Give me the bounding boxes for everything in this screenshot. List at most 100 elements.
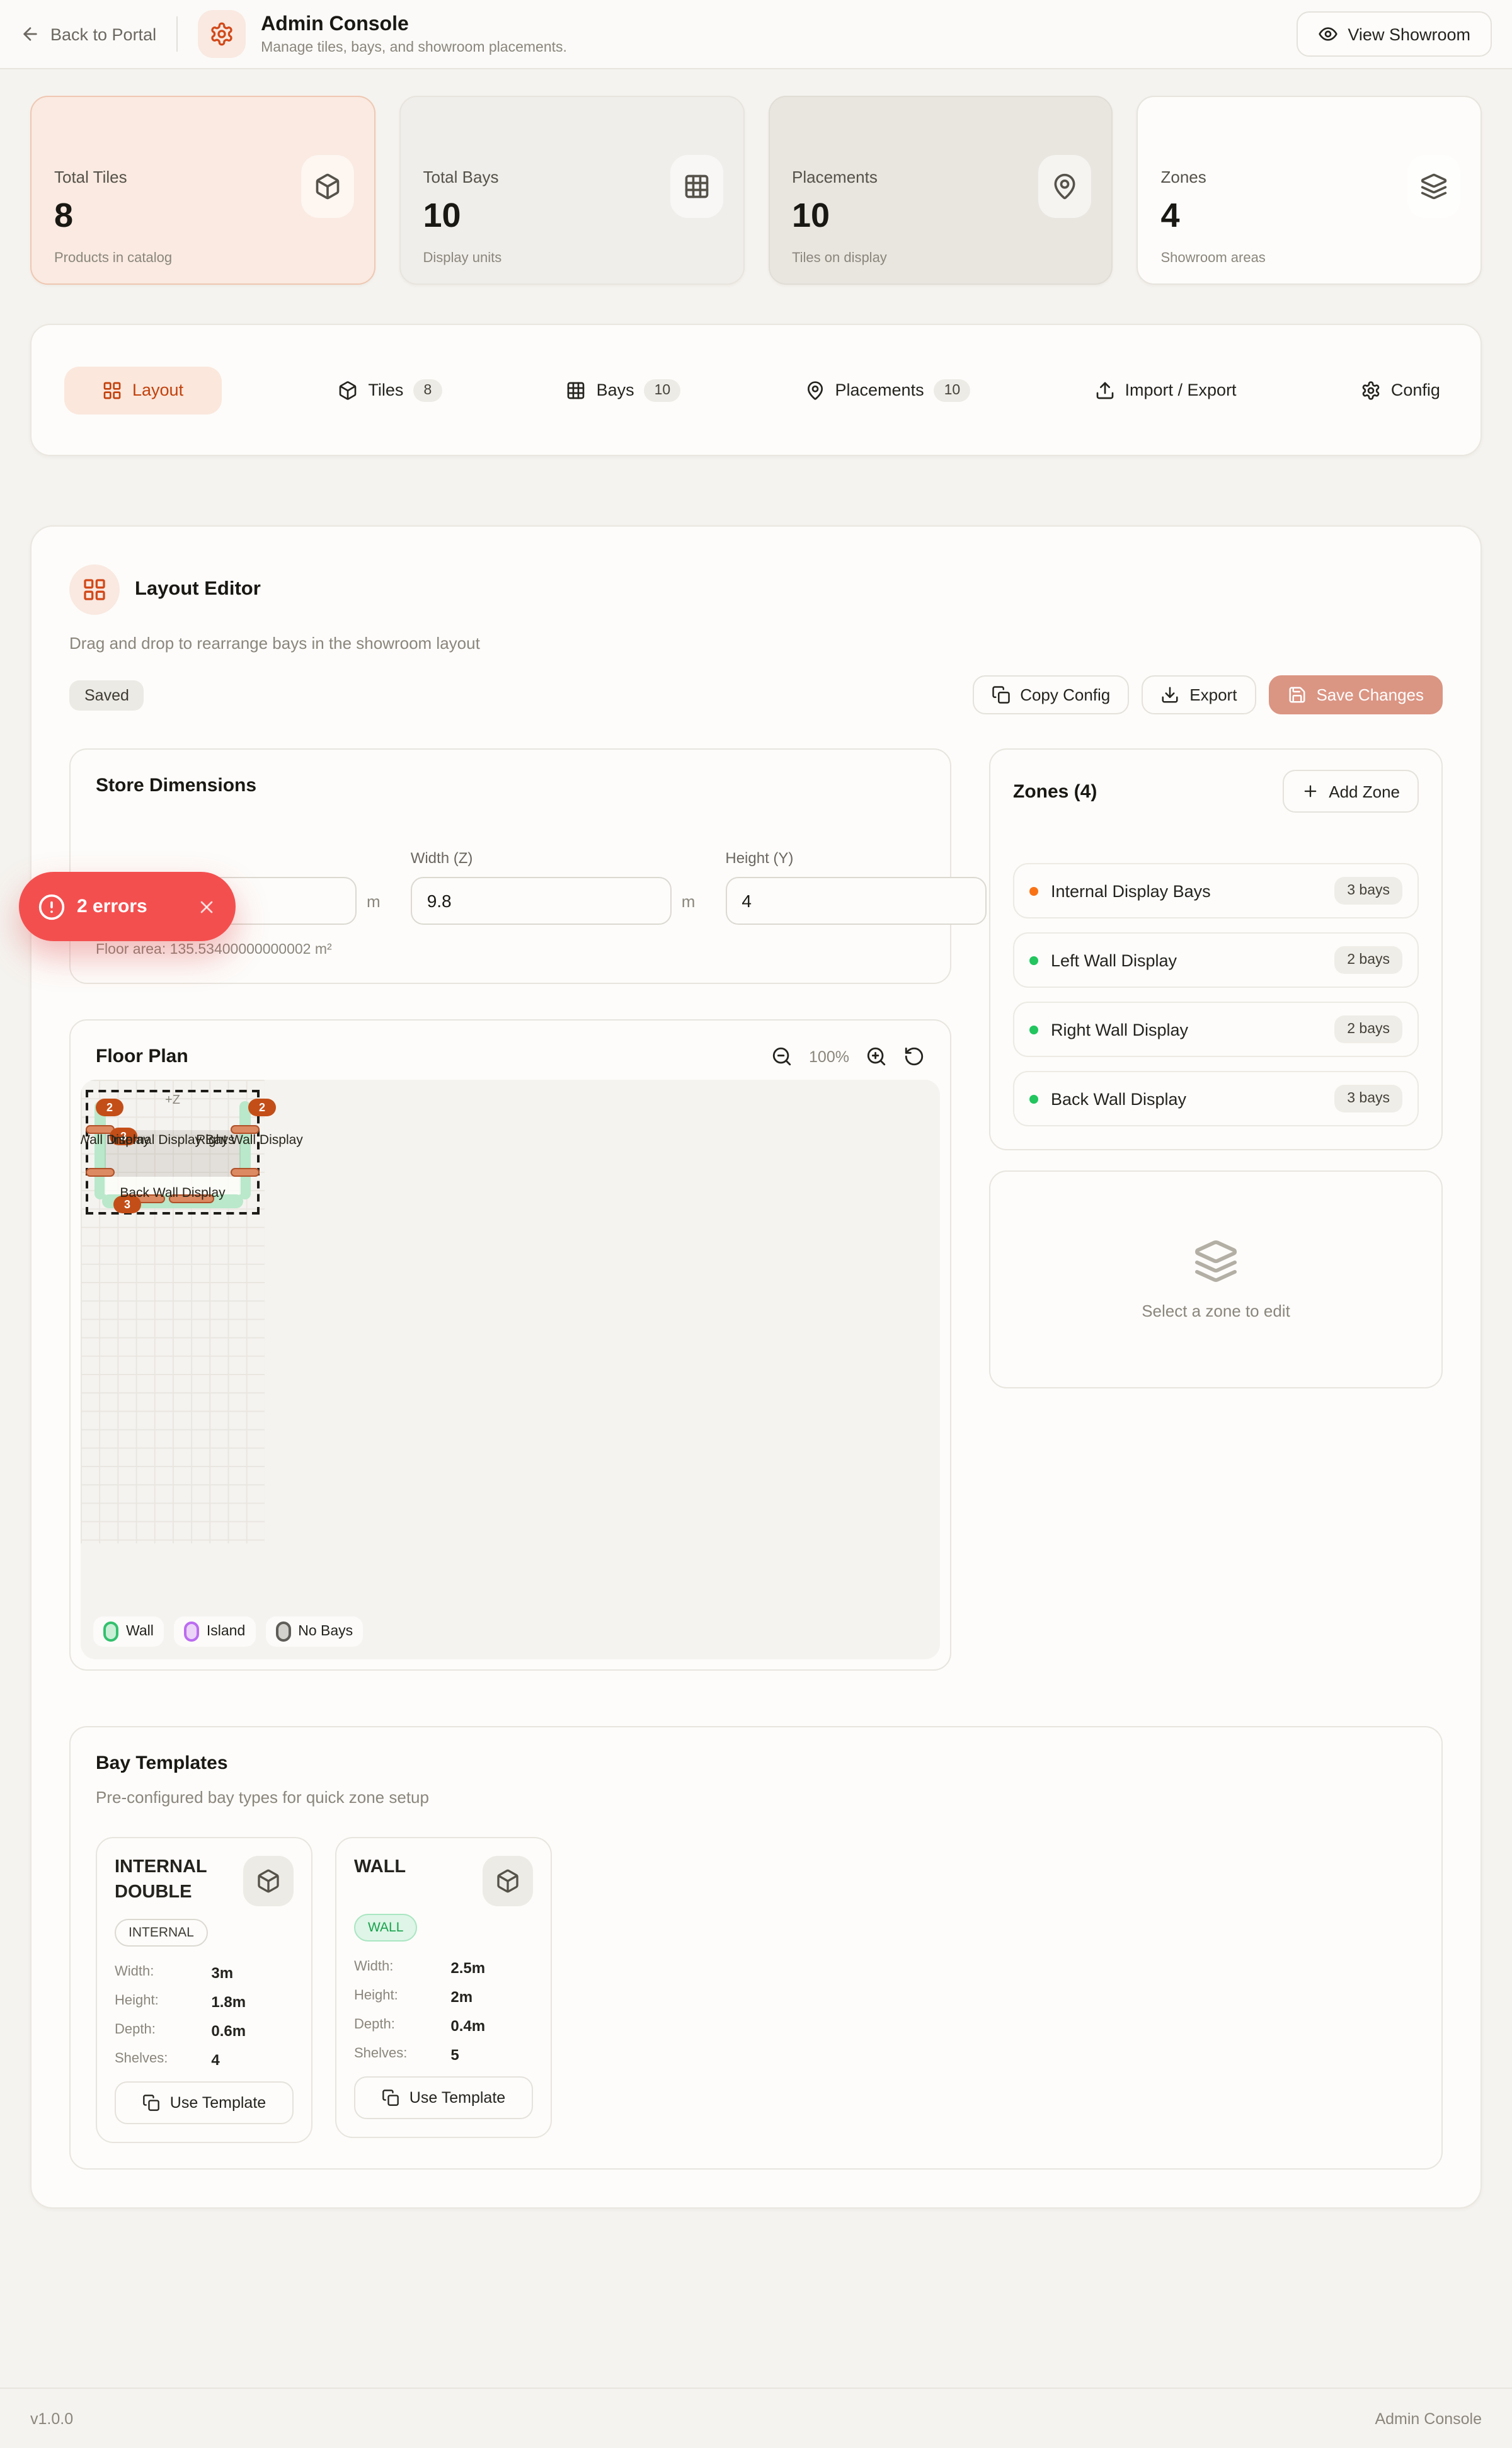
dimension-width-z-input[interactable]	[411, 877, 672, 925]
spec-value: 2.5m	[450, 1959, 485, 1977]
axis-label: +Z	[165, 1094, 180, 1107]
bay-templates-panel: Bay Templates Pre-configured bay types f…	[69, 1726, 1443, 2170]
use-template-button[interactable]: Use Template	[115, 2081, 294, 2124]
copy-config-button[interactable]: Copy Config	[972, 675, 1129, 714]
tab-bays[interactable]: Bays 10	[559, 366, 689, 414]
zone-bay-count: 3 bays	[1334, 1085, 1402, 1112]
floor-plan-panel: Floor Plan 100% +Z	[69, 1019, 951, 1671]
legend-item-wall: Wall	[93, 1616, 164, 1647]
layout-editor-title: Layout Editor	[135, 578, 261, 601]
bay-templates-title: Bay Templates	[96, 1753, 1416, 1774]
layout-grid-icon	[102, 380, 122, 400]
store-outline[interactable]: +Z 2	[86, 1090, 260, 1215]
zone-row-internal-display-bays[interactable]: Internal Display Bays 3 bays	[1013, 863, 1419, 918]
editor-actions-row: Saved Copy Config Export Save Changes	[69, 675, 1443, 714]
template-type-badge: INTERNAL	[115, 1919, 208, 1947]
spec-label: Depth:	[115, 2022, 211, 2040]
reset-view-button[interactable]	[903, 1046, 925, 1067]
status-badge: Saved	[69, 680, 144, 710]
spec-label: Height:	[354, 1988, 450, 2006]
template-card-internal-double: INTERNAL DOUBLE INTERNAL Width:3m Height…	[96, 1837, 312, 2143]
gear-icon	[209, 21, 234, 47]
close-icon	[197, 896, 217, 917]
unit-suffix: m	[682, 891, 696, 910]
tab-count-badge: 10	[934, 379, 971, 401]
tab-layout[interactable]: Layout	[64, 366, 221, 414]
header-titles: Admin Console Manage tiles, bays, and sh…	[261, 13, 567, 55]
stat-caption: Tiles on display	[792, 251, 1089, 266]
placeholder-text: Select a zone to edit	[1142, 1301, 1290, 1320]
tab-count-badge: 8	[413, 379, 442, 401]
zone-row-back-wall-display[interactable]: Back Wall Display 3 bays	[1013, 1071, 1419, 1126]
template-type-badge: WALL	[354, 1914, 417, 1942]
error-toast[interactable]: 2 errors	[19, 872, 236, 941]
back-to-portal-link[interactable]: Back to Portal	[20, 24, 156, 44]
alert-circle-icon	[38, 893, 66, 920]
save-icon	[1287, 685, 1306, 704]
legend-label: Island	[207, 1624, 245, 1639]
arrow-left-icon	[20, 24, 40, 44]
spec-label: Height:	[115, 1993, 211, 2011]
layers-icon	[1407, 155, 1460, 218]
island-swatch	[184, 1622, 199, 1642]
zone-name: Internal Display Bays	[1051, 881, 1322, 900]
page-subtitle: Manage tiles, bays, and showroom placeme…	[261, 40, 567, 55]
export-label: Export	[1189, 685, 1237, 704]
bay-marker[interactable]	[86, 1168, 115, 1177]
spec-label: Depth:	[354, 2017, 450, 2035]
tab-tiles[interactable]: Tiles 8	[330, 366, 449, 414]
app-header: Back to Portal Admin Console Manage tile…	[0, 0, 1512, 69]
grid-icon	[566, 380, 587, 400]
plus-icon	[1301, 782, 1319, 800]
save-changes-button[interactable]: Save Changes	[1268, 675, 1443, 714]
spec-label: Width:	[354, 1959, 450, 1977]
layout-editor-subtitle: Drag and drop to rearrange bays in the s…	[69, 634, 1443, 653]
zone-bay-count: 2 bays	[1334, 946, 1402, 974]
zone-row-right-wall-display[interactable]: Right Wall Display 2 bays	[1013, 1002, 1419, 1057]
close-toast-button[interactable]	[197, 896, 217, 917]
bay-marker[interactable]	[231, 1168, 260, 1177]
export-button[interactable]: Export	[1142, 675, 1256, 714]
admin-console-page: Back to Portal Admin Console Manage tile…	[0, 0, 1512, 2448]
eye-icon	[1317, 24, 1337, 44]
tab-import-export[interactable]: Import / Export	[1087, 366, 1244, 414]
tab-label: Placements	[835, 380, 924, 399]
view-showroom-button[interactable]: View Showroom	[1296, 11, 1492, 57]
tab-label: Import / Export	[1125, 380, 1237, 399]
upload-icon	[1095, 380, 1115, 400]
download-icon	[1160, 685, 1179, 704]
zoom-in-button[interactable]	[866, 1046, 887, 1067]
spec-value: 0.6m	[211, 2022, 246, 2040]
floor-plan-canvas[interactable]: +Z 2	[81, 1080, 940, 1659]
stats-row: Total Tiles 8 Products in catalog Total …	[0, 96, 1512, 285]
zone-right-wall[interactable]	[239, 1101, 251, 1199]
spec-value: 1.8m	[211, 1993, 246, 2011]
unit-suffix: m	[367, 891, 381, 910]
copy-config-label: Copy Config	[1020, 685, 1110, 704]
spec-value: 4	[211, 2051, 219, 2069]
tab-placements[interactable]: Placements 10	[798, 366, 978, 414]
use-template-button[interactable]: Use Template	[354, 2076, 533, 2119]
zone-row-left-wall-display[interactable]: Left Wall Display 2 bays	[1013, 932, 1419, 988]
add-zone-label: Add Zone	[1329, 782, 1400, 801]
zones-title: Zones (4)	[1013, 781, 1097, 802]
app-logo	[198, 10, 246, 58]
legend-item-island: Island	[174, 1616, 255, 1647]
stat-card-total-bays: Total Bays 10 Display units	[399, 96, 745, 285]
box-icon	[483, 1856, 533, 1906]
legend-label: Wall	[126, 1624, 154, 1639]
spec-value: 3m	[211, 1964, 233, 1982]
zone-name: Left Wall Display	[1051, 951, 1322, 969]
map-pin-icon	[1039, 155, 1092, 218]
stat-card-placements: Placements 10 Tiles on display	[768, 96, 1113, 285]
stat-caption: Products in catalog	[54, 251, 352, 266]
zone-color-dot	[1029, 1025, 1038, 1034]
map-pin-icon	[805, 380, 825, 400]
zone-name: Right Wall Display	[1051, 1020, 1322, 1039]
tab-config[interactable]: Config	[1353, 366, 1448, 414]
layout-grid-icon	[82, 577, 107, 602]
zoom-out-button[interactable]	[771, 1046, 793, 1067]
spec-label: Shelves:	[115, 2051, 211, 2069]
add-zone-button[interactable]: Add Zone	[1282, 770, 1419, 813]
dimension-height-y-input[interactable]	[725, 877, 986, 925]
